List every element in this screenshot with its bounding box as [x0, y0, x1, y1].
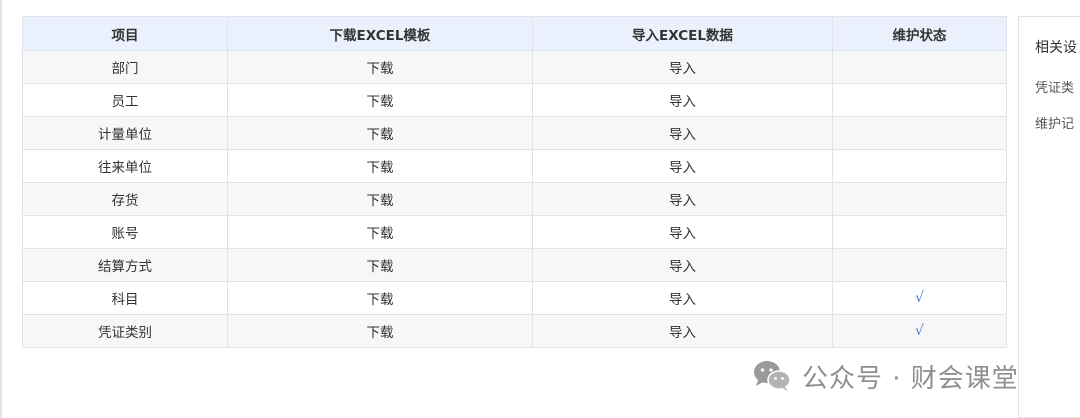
- header-import-data: 导入EXCEL数据: [532, 16, 833, 51]
- watermark: 公众号 · 财会课堂: [752, 356, 1019, 396]
- import-table-container: 项目 下载EXCEL模板 导入EXCEL数据 维护状态 部门 下载 导入 员工 …: [22, 16, 1007, 348]
- row-item-label: 账号: [22, 215, 228, 249]
- download-link[interactable]: 下载: [227, 248, 533, 282]
- import-link[interactable]: 导入: [532, 116, 833, 150]
- table-row: 结算方式 下载 导入: [22, 248, 1007, 282]
- import-link[interactable]: 导入: [532, 50, 833, 84]
- header-download-template: 下载EXCEL模板: [227, 16, 533, 51]
- wechat-icon: [754, 361, 791, 391]
- table-header-row: 项目 下载EXCEL模板 导入EXCEL数据 维护状态: [22, 16, 1007, 51]
- status-check: [832, 215, 1007, 249]
- download-link[interactable]: 下载: [227, 149, 533, 183]
- side-panel-link-voucher-type[interactable]: 凭证类: [1035, 77, 1074, 96]
- status-check: [832, 50, 1007, 84]
- download-link[interactable]: 下载: [227, 50, 533, 84]
- import-link[interactable]: 导入: [532, 248, 833, 282]
- row-item-label: 计量单位: [22, 116, 228, 150]
- import-link[interactable]: 导入: [532, 314, 833, 348]
- import-link[interactable]: 导入: [532, 215, 833, 249]
- status-check: √: [832, 281, 1007, 315]
- download-link[interactable]: 下载: [227, 182, 533, 216]
- download-link[interactable]: 下载: [227, 116, 533, 150]
- download-link[interactable]: 下载: [227, 83, 533, 117]
- table-row: 凭证类别 下载 导入 √: [22, 314, 1007, 348]
- row-item-label: 科目: [22, 281, 228, 315]
- table-row: 科目 下载 导入 √: [22, 281, 1007, 315]
- download-link[interactable]: 下载: [227, 281, 533, 315]
- row-item-label: 凭证类别: [22, 314, 228, 348]
- side-panel-title: 相关设: [1035, 40, 1077, 56]
- download-link[interactable]: 下载: [227, 314, 533, 348]
- left-divider: [0, 0, 2, 418]
- table-row: 计量单位 下载 导入: [22, 116, 1007, 150]
- table-row: 账号 下载 导入: [22, 215, 1007, 249]
- related-settings-panel: 相关设 凭证类 维护记: [1018, 16, 1080, 418]
- import-link[interactable]: 导入: [532, 149, 833, 183]
- row-item-label: 结算方式: [22, 248, 228, 282]
- import-link[interactable]: 导入: [532, 182, 833, 216]
- page: 项目 下载EXCEL模板 导入EXCEL数据 维护状态 部门 下载 导入 员工 …: [0, 0, 1080, 418]
- row-item-label: 往来单位: [22, 149, 228, 183]
- table-row: 存货 下载 导入: [22, 182, 1007, 216]
- table-row: 部门 下载 导入: [22, 50, 1007, 84]
- table-row: 往来单位 下载 导入: [22, 149, 1007, 183]
- table-row: 员工 下载 导入: [22, 83, 1007, 117]
- status-check: √: [832, 314, 1007, 348]
- status-check: [832, 248, 1007, 282]
- import-link[interactable]: 导入: [532, 281, 833, 315]
- status-check: [832, 116, 1007, 150]
- header-maintain-status: 维护状态: [832, 16, 1007, 51]
- download-link[interactable]: 下载: [227, 215, 533, 249]
- import-table: 项目 下载EXCEL模板 导入EXCEL数据 维护状态 部门 下载 导入 员工 …: [22, 16, 1007, 348]
- watermark-text: 公众号 · 财会课堂: [802, 363, 1019, 394]
- row-item-label: 部门: [22, 50, 228, 84]
- import-link[interactable]: 导入: [532, 83, 833, 117]
- side-panel-link-maintain-record[interactable]: 维护记: [1035, 113, 1074, 132]
- status-check: [832, 83, 1007, 117]
- status-check: [832, 182, 1007, 216]
- row-item-label: 存货: [22, 182, 228, 216]
- header-item: 项目: [22, 16, 228, 51]
- status-check: [832, 149, 1007, 183]
- row-item-label: 员工: [22, 83, 228, 117]
